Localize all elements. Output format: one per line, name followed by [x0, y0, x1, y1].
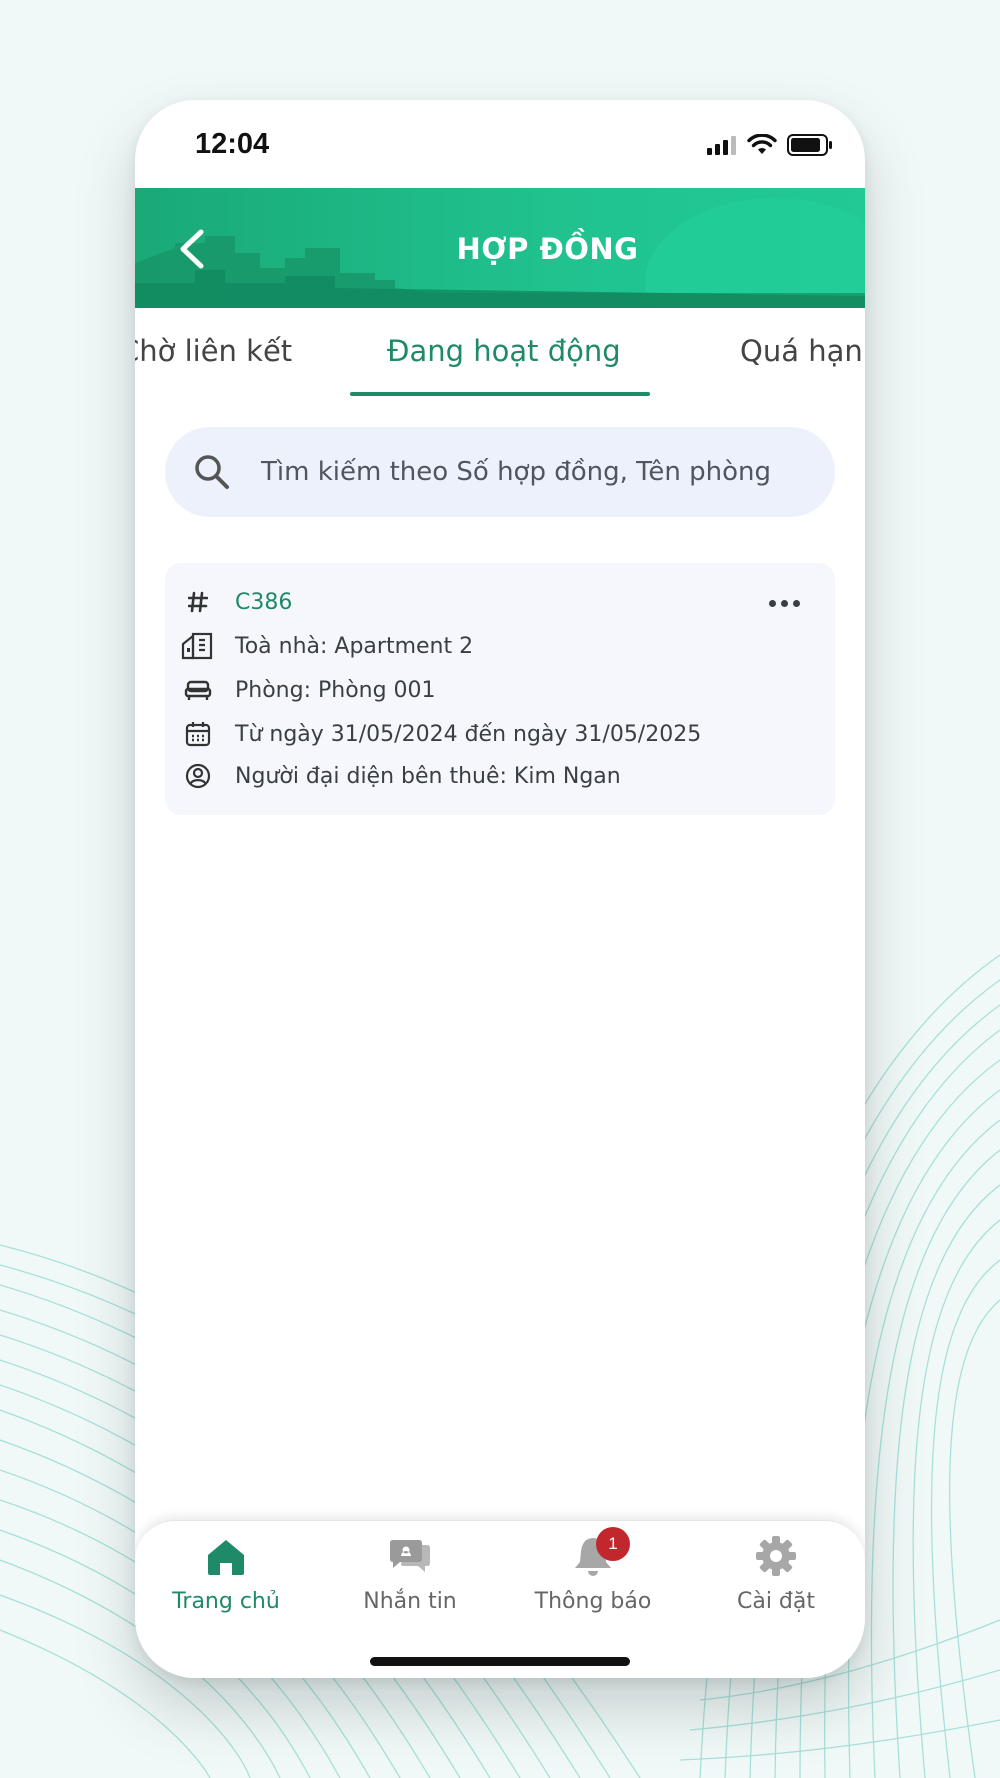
tab-active[interactable]: Đang hoạt động: [387, 334, 621, 368]
notification-badge: 1: [596, 1527, 630, 1561]
tab-bar: Chờ liên kết Đang hoạt động Quá hạn: [135, 308, 865, 398]
contract-card[interactable]: C386 Toà nhà: Apartment 2 Phòng: Phòng 0…: [165, 563, 835, 815]
room-text: Phòng: Phòng 001: [235, 677, 436, 703]
wifi-icon: [747, 134, 777, 154]
representative-row: Người đại diện bên thuê: Kim Ngan: [181, 759, 621, 793]
building-text: Toà nhà: Apartment 2: [235, 633, 474, 659]
nav-settings[interactable]: Cài đặt: [701, 1531, 851, 1621]
nav-messages[interactable]: Nhắn tin: [335, 1531, 485, 1621]
search-input[interactable]: [261, 427, 821, 517]
search-icon: [195, 455, 229, 489]
search-bar[interactable]: [165, 427, 835, 517]
status-time: 12:04: [195, 128, 270, 160]
building-icon: [181, 629, 215, 663]
battery-icon: [787, 134, 832, 156]
status-bar: 12:04: [135, 100, 865, 188]
chat-icon: [385, 1531, 435, 1581]
sofa-icon: [181, 673, 215, 707]
tab-overdue[interactable]: Quá hạn: [740, 334, 863, 368]
phone-frame: 12:04 HỢP ĐỒNG Chờ liên kết Đang hoạt độ…: [135, 100, 865, 1678]
calendar-icon: [181, 717, 215, 751]
nav-home[interactable]: Trang chủ: [151, 1531, 301, 1621]
tab-pending-link[interactable]: Chờ liên kết: [135, 334, 292, 368]
nav-messages-label: Nhắn tin: [363, 1589, 457, 1614]
status-icons: [707, 134, 833, 156]
building-row: Toà nhà: Apartment 2: [181, 629, 473, 663]
representative-text: Người đại diện bên thuê: Kim Ngan: [235, 763, 621, 789]
bottom-navigation: Trang chủ Nhắn tin 1 Thông báo Cài đặt: [135, 1520, 865, 1678]
user-circle-icon: [181, 759, 215, 793]
bell-icon: 1: [568, 1527, 630, 1581]
room-row: Phòng: Phòng 001: [181, 673, 436, 707]
header-bar: HỢP ĐỒNG: [135, 188, 865, 308]
signal-icon: [707, 136, 736, 155]
more-options-icon[interactable]: [769, 595, 809, 611]
hash-icon: [181, 585, 215, 619]
period-row: Từ ngày 31/05/2024 đến ngày 31/05/2025: [181, 717, 701, 751]
gear-icon: [751, 1531, 801, 1581]
home-indicator: [370, 1657, 630, 1666]
home-icon: [201, 1531, 251, 1581]
nav-settings-label: Cài đặt: [736, 1589, 816, 1614]
nav-notifications-label: Thông báo: [534, 1589, 652, 1614]
active-tab-indicator: [350, 392, 650, 396]
nav-notifications[interactable]: 1 Thông báo: [518, 1527, 668, 1621]
nav-home-label: Trang chủ: [172, 1589, 280, 1614]
page-title: HỢP ĐỒNG: [456, 232, 639, 266]
contract-code-row: C386: [181, 585, 292, 619]
period-text: Từ ngày 31/05/2024 đến ngày 31/05/2025: [235, 721, 702, 747]
contract-code: C386: [235, 589, 293, 615]
